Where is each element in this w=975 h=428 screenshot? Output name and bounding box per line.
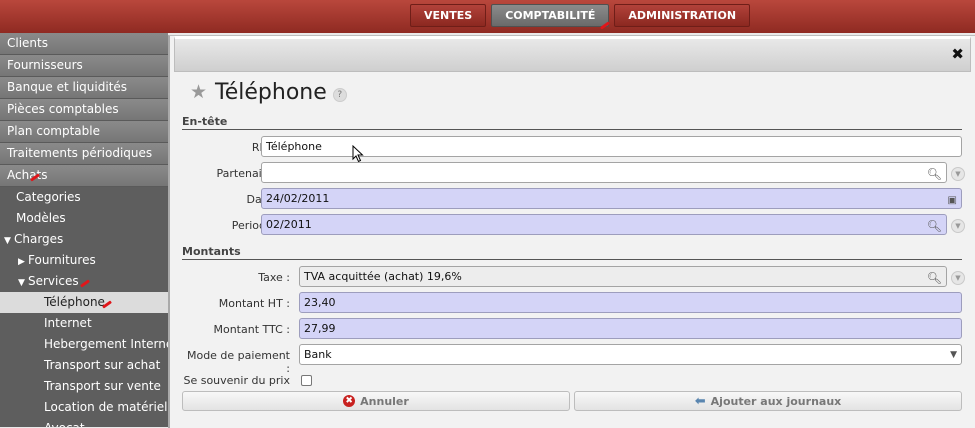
sidebar-item-charges[interactable]: ▼ Charges bbox=[0, 229, 168, 250]
chevron-down-icon: ▼ bbox=[950, 350, 957, 360]
star-icon[interactable]: ★ bbox=[190, 81, 207, 103]
date-field[interactable]: 24/02/2011 ▣ bbox=[261, 188, 962, 209]
page-title: Téléphone bbox=[215, 79, 327, 105]
search-icon[interactable]: 🔍︎ bbox=[927, 165, 942, 184]
search-icon[interactable]: 🔍︎ bbox=[927, 269, 942, 288]
annotation-mark bbox=[600, 21, 611, 30]
sidebar-banque[interactable]: Banque et liquidités bbox=[0, 77, 168, 99]
sidebar-item-telephone[interactable]: Téléphone bbox=[0, 292, 168, 313]
sidebar-item-avocat[interactable]: Avocat bbox=[0, 418, 168, 427]
mouse-cursor-icon bbox=[352, 145, 364, 163]
search-icon[interactable]: 🔍︎ bbox=[927, 217, 942, 236]
sidebar-item-fournitures-label: Fournitures bbox=[28, 253, 96, 267]
chevron-down-icon[interactable]: ▼ bbox=[951, 219, 965, 233]
sidebar-item-internet[interactable]: Internet bbox=[0, 313, 168, 334]
sidebar-item-services-label: Services bbox=[28, 274, 79, 288]
add-to-journals-button[interactable]: ⬅ Ajouter aux journaux bbox=[574, 391, 962, 411]
sidebar-pieces-comptables[interactable]: Pièces comptables bbox=[0, 99, 168, 121]
sidebar-plan-comptable[interactable]: Plan comptable bbox=[0, 121, 168, 143]
nav-administration[interactable]: ADMINISTRATION bbox=[614, 4, 751, 27]
taxe-field[interactable]: TVA acquittée (achat) 19,6% 🔍︎ bbox=[299, 266, 947, 287]
sidebar-clients[interactable]: Clients bbox=[0, 33, 168, 55]
nav-ventes[interactable]: VENTES bbox=[410, 4, 487, 27]
triangle-down-icon: ▼ bbox=[4, 236, 11, 246]
sidebar-item-transport-achat[interactable]: Transport sur achat bbox=[0, 355, 168, 376]
nav-comptabilite[interactable]: COMPTABILITÉ bbox=[491, 4, 611, 30]
sidebar-item-location[interactable]: Location de matériel p bbox=[0, 397, 168, 418]
sidebar-item-services[interactable]: ▼ Services bbox=[0, 271, 168, 292]
close-icon[interactable]: ✖ bbox=[951, 45, 964, 63]
cancel-button[interactable]: ✖ Annuler bbox=[182, 391, 570, 411]
chevron-down-icon[interactable]: ▼ bbox=[951, 167, 965, 181]
triangle-down-icon: ▼ bbox=[18, 278, 25, 288]
montant-ht-label: Montant HT : bbox=[218, 297, 290, 310]
ref-field[interactable]: Téléphone bbox=[261, 136, 962, 157]
arrow-left-icon: ⬅ bbox=[694, 393, 706, 409]
sidebar-item-hebergement[interactable]: Hebergement Internet bbox=[0, 334, 168, 355]
chevron-down-icon[interactable]: ▼ bbox=[951, 271, 965, 285]
montant-ht-field[interactable]: 23,40 bbox=[299, 292, 962, 313]
sidebar-item-modeles[interactable]: Modèles bbox=[0, 208, 168, 229]
section-entete: En-tête bbox=[182, 115, 962, 130]
calendar-icon[interactable]: ▣ bbox=[948, 191, 957, 210]
taxe-value: TVA acquittée (achat) 19,6% bbox=[304, 270, 462, 283]
add-button-label: Ajouter aux journaux bbox=[710, 394, 842, 408]
sidebar-item-transport-vente[interactable]: Transport sur vente bbox=[0, 376, 168, 397]
top-nav: VENTES COMPTABILITÉ ADMINISTRATION bbox=[410, 4, 755, 30]
sidebar-achats-label: Achats bbox=[7, 168, 48, 182]
section-montants: Montants bbox=[182, 245, 962, 260]
top-navigation-bar: VENTES COMPTABILITÉ ADMINISTRATION bbox=[0, 0, 975, 33]
dialog-title-row: ★ Téléphone ? bbox=[190, 79, 347, 105]
mode-paiement-select[interactable]: Bank ▼ bbox=[299, 344, 962, 365]
souvenir-checkbox[interactable] bbox=[301, 375, 312, 386]
entry-dialog: ✖ ★ Téléphone ? En-tête REF : Téléphone … bbox=[168, 35, 975, 428]
cancel-icon: ✖ bbox=[343, 395, 356, 407]
periode-value: 02/2011 bbox=[266, 218, 312, 231]
sidebar-achats[interactable]: Achats bbox=[0, 165, 168, 187]
sidebar-fournisseurs[interactable]: Fournisseurs bbox=[0, 55, 168, 77]
date-value: 24/02/2011 bbox=[266, 192, 330, 205]
taxe-label: Taxe : bbox=[258, 271, 290, 284]
sidebar-item-telephone-label: Téléphone bbox=[44, 295, 105, 309]
montant-ttc-field[interactable]: 27,99 bbox=[299, 318, 962, 339]
periode-field[interactable]: 02/2011 🔍︎ bbox=[261, 214, 947, 235]
sidebar: Clients Fournisseurs Banque et liquidité… bbox=[0, 33, 168, 427]
annotation-mark bbox=[80, 279, 90, 288]
partenaire-field[interactable]: 🔍︎ bbox=[261, 162, 947, 183]
sidebar-traitements[interactable]: Traitements périodiques bbox=[0, 143, 168, 165]
help-icon[interactable]: ? bbox=[332, 88, 347, 102]
sidebar-item-fournitures[interactable]: ▶ Fournitures bbox=[0, 250, 168, 271]
cancel-button-label: Annuler bbox=[360, 394, 409, 408]
nav-comptabilite-label: COMPTABILITÉ bbox=[505, 9, 596, 22]
mode-paiement-label: Mode de paiement : bbox=[186, 349, 290, 375]
sidebar-item-categories[interactable]: Categories bbox=[0, 187, 168, 208]
mode-paiement-value: Bank bbox=[304, 348, 332, 361]
triangle-right-icon: ▶ bbox=[18, 257, 25, 267]
sidebar-item-charges-label: Charges bbox=[14, 232, 64, 246]
dialog-header: ✖ bbox=[174, 36, 971, 72]
montant-ttc-label: Montant TTC : bbox=[213, 323, 290, 336]
